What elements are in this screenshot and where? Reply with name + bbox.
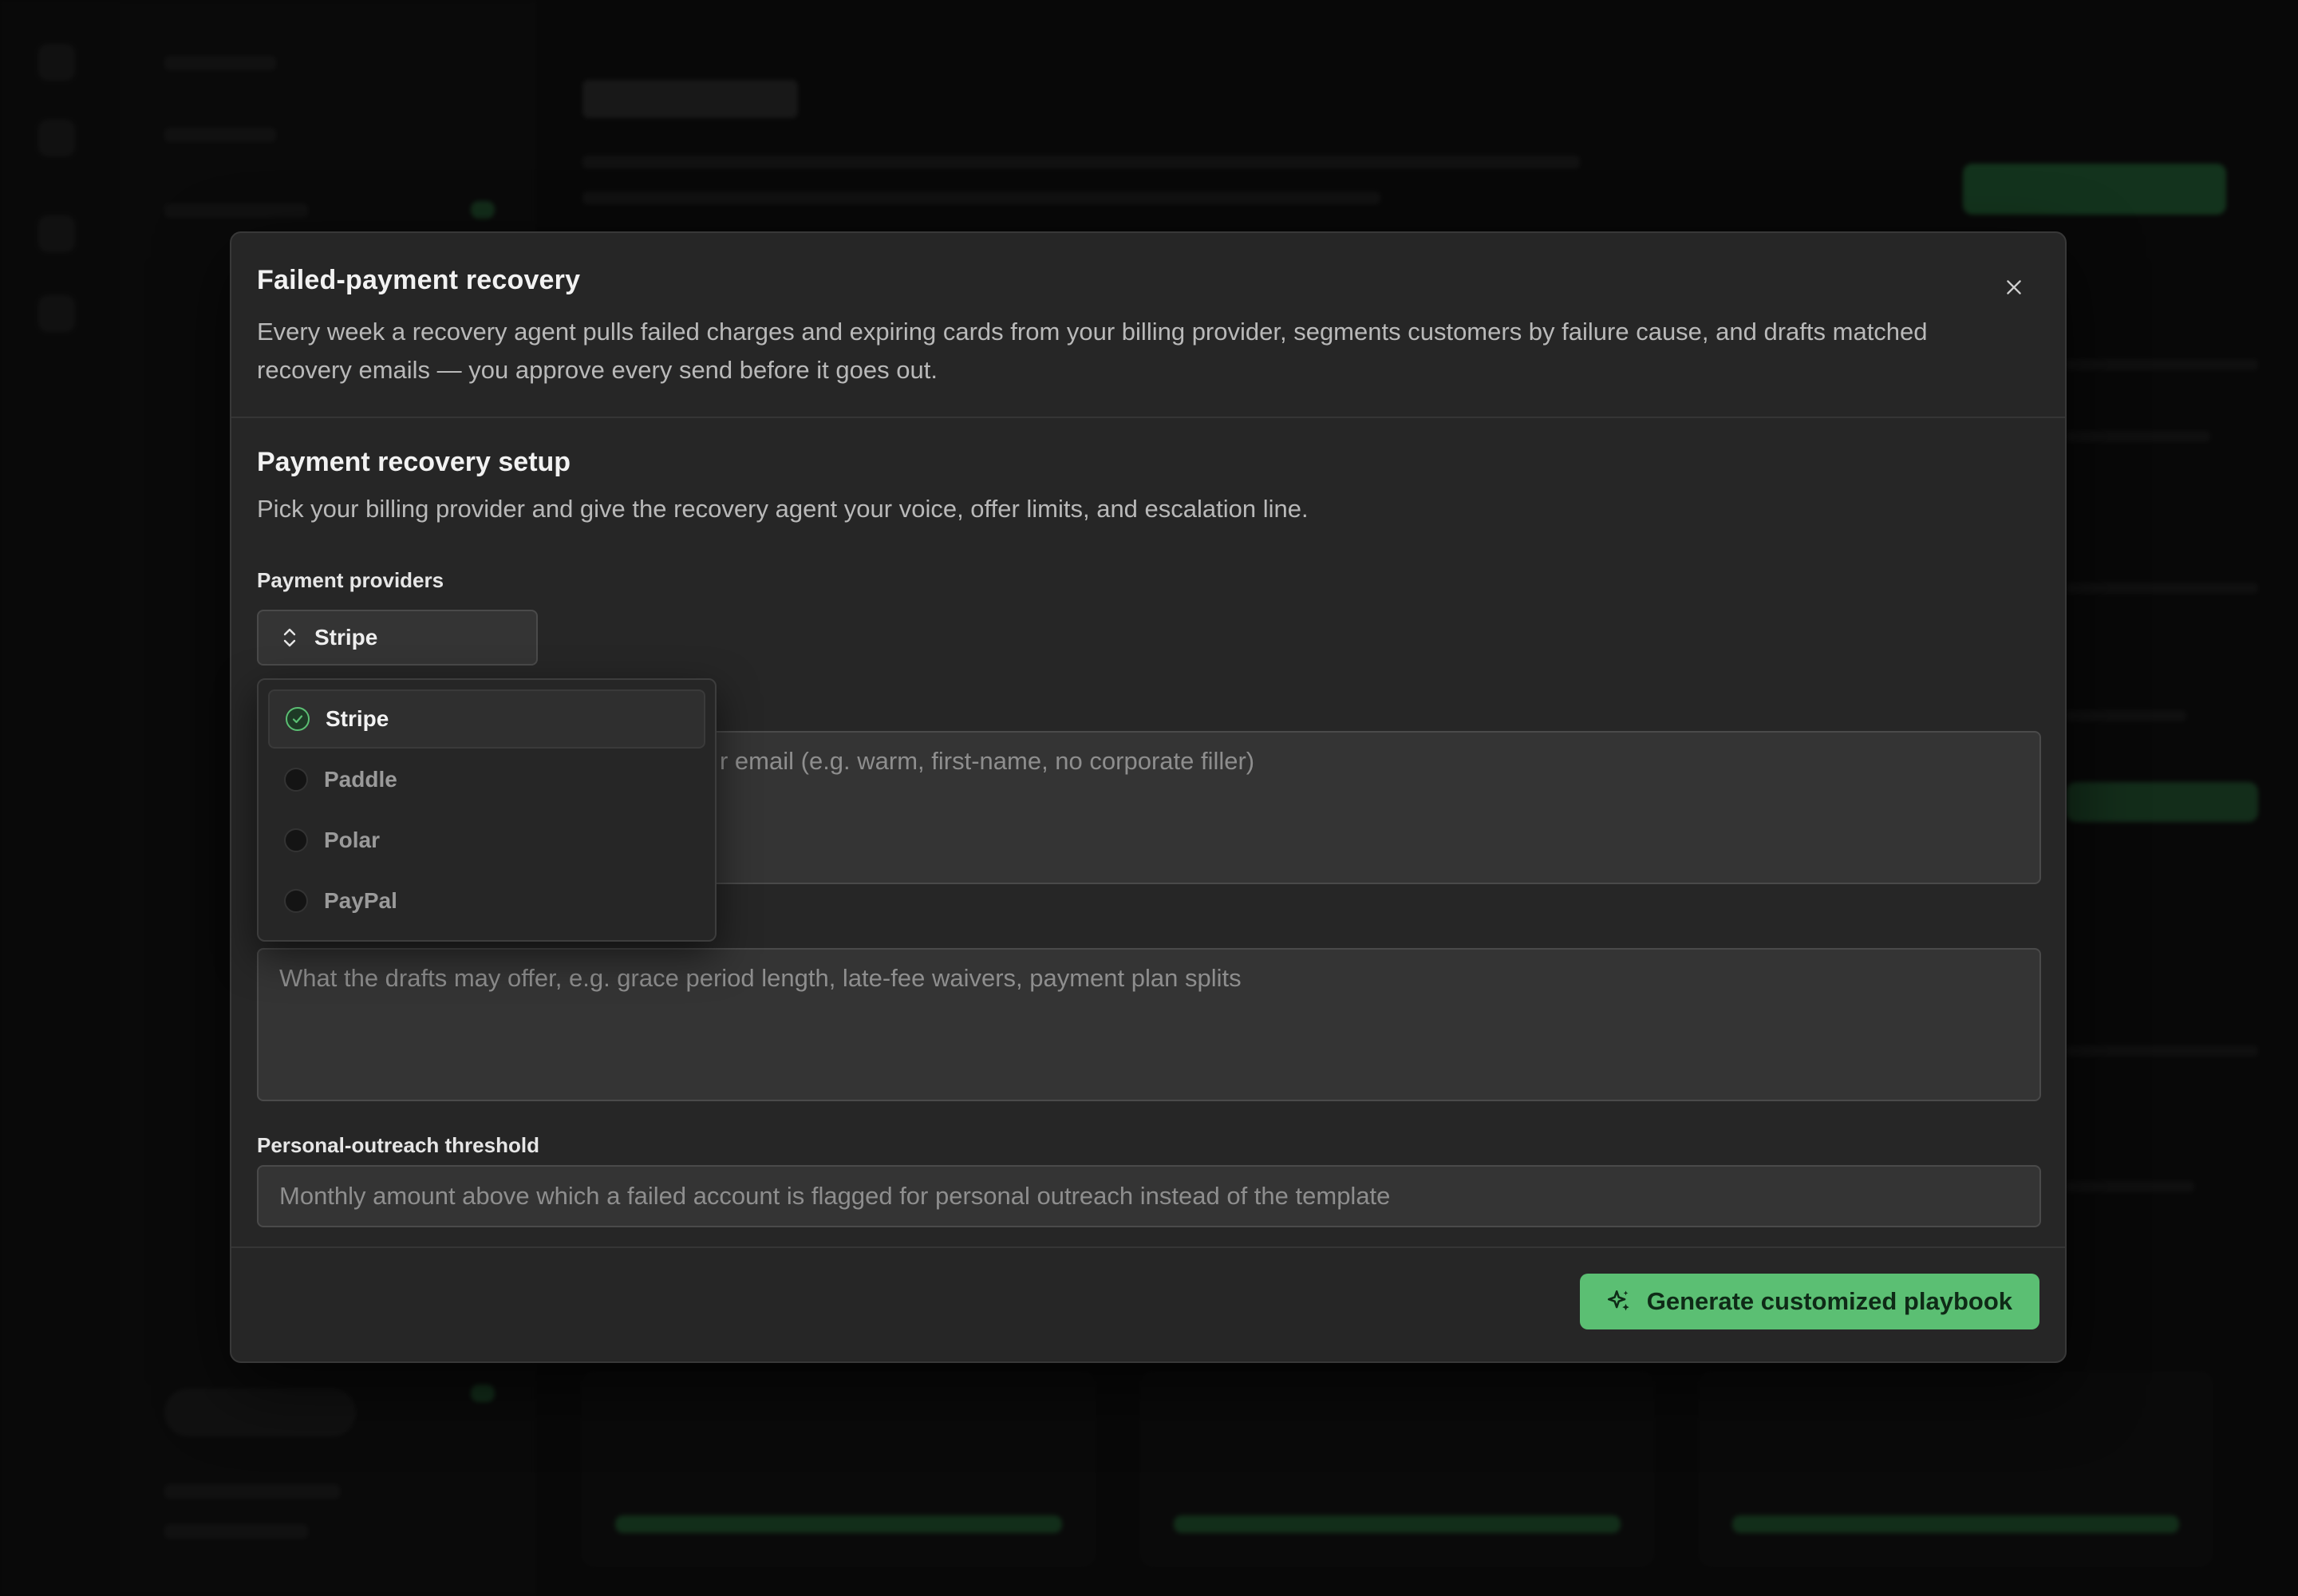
modal-header: Failed-payment recovery Every week a rec… bbox=[231, 233, 2065, 418]
threshold-label: Personal-outreach threshold bbox=[257, 1133, 539, 1157]
provider-option-label: Polar bbox=[324, 828, 381, 852]
provider-option-label: Stripe bbox=[326, 706, 389, 731]
offers-placeholder: What the drafts may offer, e.g. grace pe… bbox=[279, 964, 1242, 992]
close-button[interactable] bbox=[1995, 268, 2033, 306]
checkbox-checked[interactable] bbox=[286, 707, 310, 731]
providers-label: Payment providers bbox=[257, 568, 444, 592]
checkbox-unchecked[interactable] bbox=[284, 768, 308, 792]
modal-footer: Generate customized playbook bbox=[231, 1246, 2065, 1361]
modal-title: Failed-payment recovery bbox=[257, 265, 581, 295]
provider-option-polar[interactable]: Polar bbox=[268, 811, 705, 870]
provider-option-label: Paddle bbox=[324, 767, 397, 792]
checkbox-unchecked[interactable] bbox=[284, 889, 308, 913]
generate-playbook-button[interactable]: Generate customized playbook bbox=[1579, 1274, 2039, 1329]
provider-option-paypal[interactable]: PayPal bbox=[268, 871, 705, 930]
setup-title: Payment recovery setup bbox=[257, 447, 571, 477]
checkbox-unchecked[interactable] bbox=[284, 828, 308, 852]
modal-description: Every week a recovery agent pulls failed… bbox=[257, 318, 1928, 384]
provider-option-label: PayPal bbox=[324, 888, 397, 913]
chevron-up-down-icon bbox=[283, 628, 296, 647]
threshold-placeholder: Monthly amount above which a failed acco… bbox=[279, 1182, 1391, 1210]
close-icon bbox=[2007, 280, 2021, 294]
sparkles-icon bbox=[1607, 1290, 1629, 1311]
check-icon bbox=[292, 715, 303, 724]
provider-option-stripe[interactable]: Stripe bbox=[268, 689, 705, 749]
threshold-input[interactable]: Monthly amount above which a failed acco… bbox=[257, 1165, 2041, 1227]
providers-dropdown: Stripe Paddle Polar PayPal bbox=[257, 678, 717, 942]
providers-selected-value: Stripe bbox=[314, 625, 378, 650]
provider-option-paddle[interactable]: Paddle bbox=[268, 750, 705, 809]
offers-textarea[interactable]: What the drafts may offer, e.g. grace pe… bbox=[257, 948, 2041, 1101]
generate-playbook-label: Generate customized playbook bbox=[1646, 1287, 2012, 1315]
setup-description: Pick your billing provider and give the … bbox=[257, 495, 1309, 523]
providers-select[interactable]: Stripe bbox=[257, 610, 538, 666]
